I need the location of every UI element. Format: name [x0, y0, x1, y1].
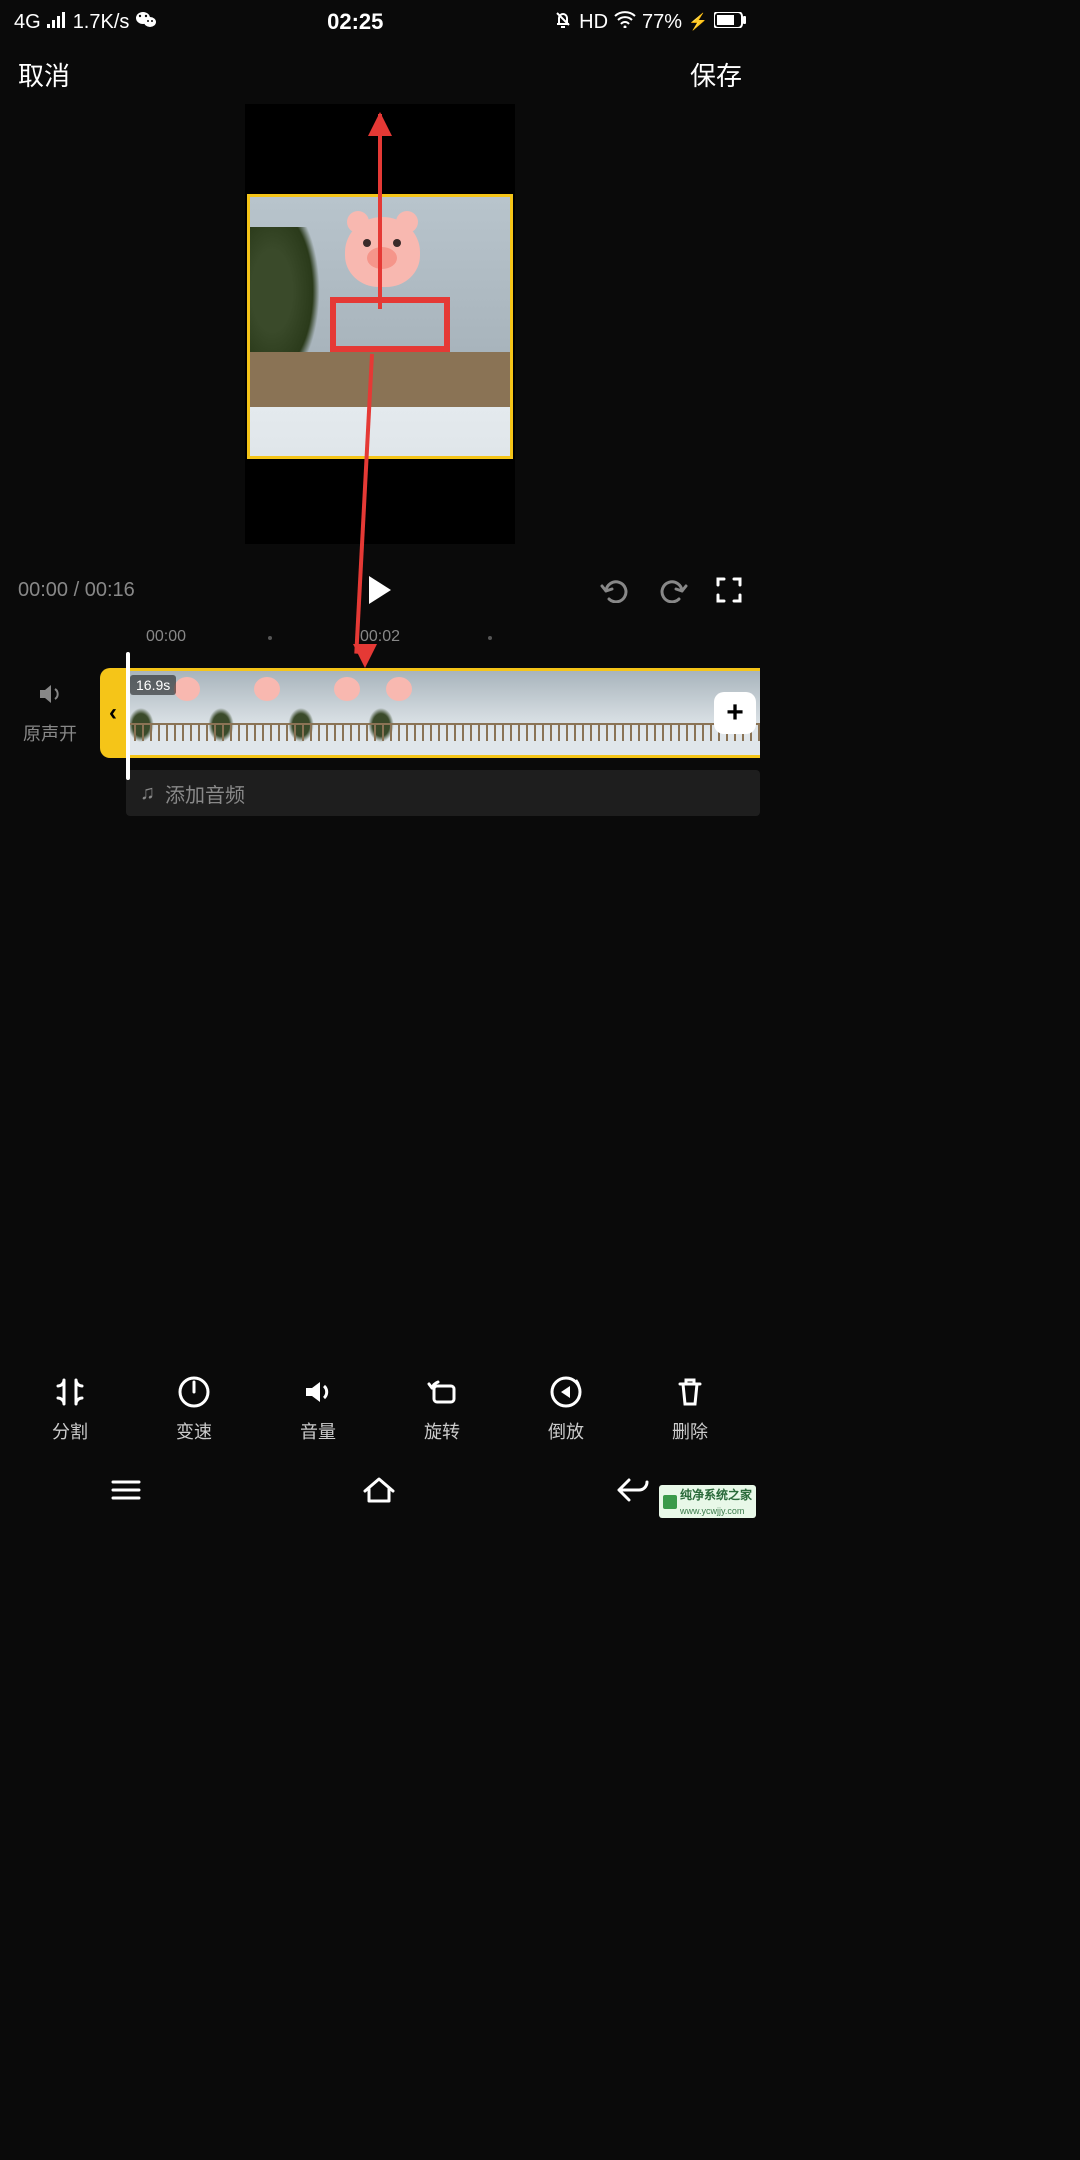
status-right: HD 77% ⚡	[553, 9, 746, 35]
tool-delete[interactable]: 删除	[672, 1374, 708, 1444]
preview-area	[0, 104, 760, 554]
undo-button[interactable]	[600, 577, 630, 603]
speaker-icon	[0, 681, 100, 714]
clip-handle-left[interactable]: ‹	[100, 668, 126, 758]
battery-percent: 77%	[642, 11, 682, 34]
timeline-ruler: 00:00 00:02	[0, 628, 760, 658]
clip-duration-badge: 16.9s	[130, 675, 176, 695]
tool-volume[interactable]: 音量	[300, 1374, 336, 1444]
tool-label: 旋转	[424, 1418, 460, 1444]
fullscreen-button[interactable]	[716, 577, 742, 603]
charging-icon: ⚡	[688, 12, 708, 32]
playhead[interactable]	[126, 652, 130, 780]
tool-label: 删除	[672, 1418, 708, 1444]
timeline-area: 原声开 ‹ 16.9s + ♫ 添加音频	[0, 668, 760, 816]
edit-toolbar: 分割 变速 音量 旋转 倒放 删除	[0, 1362, 760, 1462]
annotation-arrow-up	[378, 114, 382, 309]
clip-thumbnail[interactable]: 16.9s	[126, 668, 206, 758]
status-bar: 4G 1.7K/s 02:25 HD 77% ⚡	[0, 0, 760, 44]
watermark-logo-icon	[663, 1495, 677, 1509]
tool-label: 变速	[176, 1418, 212, 1444]
cancel-button[interactable]: 取消	[18, 56, 70, 93]
rotate-icon	[424, 1374, 460, 1410]
music-note-icon: ♫	[140, 782, 155, 805]
ruler-dot	[268, 636, 272, 640]
battery-icon	[714, 11, 746, 34]
redo-button[interactable]	[658, 577, 688, 603]
watermark-url: www.ycwjjy.com	[680, 1506, 744, 1516]
playback-time: 00:00 / 00:16	[18, 579, 135, 602]
dnd-icon	[553, 9, 573, 35]
split-icon	[52, 1374, 88, 1410]
volume-icon	[300, 1374, 336, 1410]
clip-thumbnail[interactable]	[206, 668, 286, 758]
video-canvas[interactable]	[245, 104, 515, 544]
wifi-icon	[614, 10, 636, 34]
tool-label: 倒放	[548, 1418, 584, 1444]
clip-thumbnail[interactable]	[286, 668, 366, 758]
network-type: 4G	[14, 11, 41, 34]
clip-thumbnail[interactable]	[366, 668, 760, 758]
editor-header: 取消 保存	[0, 44, 760, 104]
annotation-rectangle	[330, 297, 450, 352]
hd-label: HD	[579, 11, 608, 34]
add-clip-button[interactable]: +	[714, 692, 756, 734]
speed-icon	[176, 1374, 212, 1410]
clips-container[interactable]: ‹ 16.9s +	[100, 668, 760, 758]
scene-fence	[250, 352, 510, 407]
watermark: 纯净系统之家 www.ycwjjy.com	[659, 1485, 756, 1518]
network-speed: 1.7K/s	[73, 11, 130, 34]
signal-icon	[47, 11, 67, 34]
system-navbar	[0, 1464, 760, 1520]
tool-speed[interactable]: 变速	[176, 1374, 212, 1444]
nav-back-button[interactable]	[615, 1476, 651, 1509]
add-audio-label: 添加音频	[165, 779, 245, 808]
original-sound-toggle[interactable]: 原声开	[0, 681, 100, 746]
wechat-icon	[135, 9, 157, 35]
add-audio-track[interactable]: ♫ 添加音频	[126, 770, 760, 816]
nav-recent-button[interactable]	[109, 1478, 143, 1507]
ruler-tick-1: 00:02	[360, 628, 400, 646]
tool-split[interactable]: 分割	[52, 1374, 88, 1444]
watermark-brand: 纯净系统之家	[680, 1488, 752, 1502]
reverse-icon	[548, 1374, 584, 1410]
playback-bar: 00:00 / 00:16	[0, 562, 760, 618]
current-time: 00:00	[18, 579, 68, 601]
ruler-dot	[488, 636, 492, 640]
video-track: 原声开 ‹ 16.9s +	[0, 668, 760, 758]
tool-reverse[interactable]: 倒放	[548, 1374, 584, 1444]
nav-home-button[interactable]	[361, 1475, 397, 1510]
trash-icon	[672, 1374, 708, 1410]
play-button[interactable]	[369, 576, 391, 604]
tool-label: 音量	[300, 1418, 336, 1444]
arrow-up-head	[368, 112, 392, 136]
pig-sticker	[345, 217, 420, 287]
total-time: 00:16	[85, 579, 135, 601]
tool-rotate[interactable]: 旋转	[424, 1374, 460, 1444]
save-button[interactable]: 保存	[690, 56, 742, 93]
status-time: 02:25	[327, 9, 383, 35]
ruler-tick-0: 00:00	[146, 628, 186, 646]
status-left: 4G 1.7K/s	[14, 9, 157, 35]
original-sound-label: 原声开	[23, 724, 77, 744]
tool-label: 分割	[52, 1418, 88, 1444]
